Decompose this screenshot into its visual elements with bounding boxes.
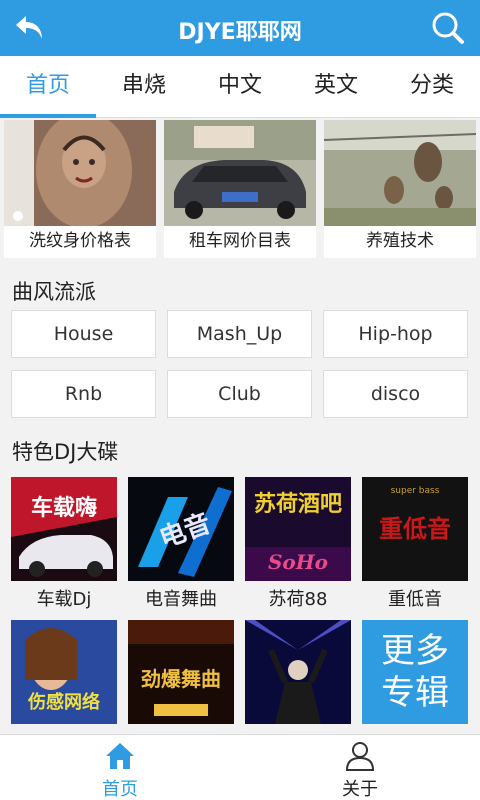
album-caption: 苏荷88 [268, 589, 328, 610]
bottom-nav: 首页 关于 [0, 734, 480, 800]
album-cover[interactable]: 伤感网络 [11, 620, 117, 724]
nav-about-label: 关于 [342, 779, 378, 800]
tab-english[interactable]: 英文 [288, 56, 384, 118]
svg-text:SoHo: SoHo [268, 550, 328, 574]
nav-about[interactable]: 关于 [300, 735, 420, 800]
album-cover-text: 伤感网络 [27, 691, 100, 713]
album-cover[interactable]: 劲爆舞曲 [128, 620, 234, 724]
banner-caption: 养殖技术 [366, 231, 434, 251]
style-button-club[interactable]: Club [167, 370, 312, 418]
banner-item[interactable]: 养殖技术 [324, 120, 476, 258]
nav-home-label: 首页 [102, 779, 138, 800]
album-cover[interactable]: 苏荷酒吧 SoHo [245, 477, 351, 581]
album-cover-text: 劲爆舞曲 [141, 667, 221, 691]
electronic-album-art: 电音 [128, 477, 234, 581]
tab-home[interactable]: 首页 [0, 56, 96, 118]
home-icon [106, 743, 134, 769]
dj-crowd-album-art [245, 620, 351, 724]
album-cover[interactable]: super bass 重低音 [362, 477, 468, 581]
banner-caption: 洗纹身价格表 [29, 231, 131, 251]
styles-section-title: 曲风流派 [12, 280, 96, 304]
album-cover-text: 苏荷酒吧 [254, 491, 342, 517]
more-albums-tile[interactable]: 更多 专辑 [362, 620, 468, 724]
album-cover[interactable]: 电音 [128, 477, 234, 581]
album-cover-text: 重低音 [379, 515, 451, 543]
car-image [164, 120, 316, 226]
bass-album-art: super bass 重低音 [362, 477, 468, 581]
party-album-art: 劲爆舞曲 [128, 620, 234, 724]
svg-text:super bass: super bass [391, 486, 440, 496]
style-button-hiphop[interactable]: Hip-hop [323, 310, 468, 358]
banner-item[interactable]: 租车网价目表 [164, 120, 316, 258]
album-cover[interactable] [245, 620, 351, 724]
app-title: DJYE耶耶网 [178, 20, 302, 45]
banner-item[interactable]: 洗纹身价格表 [4, 120, 156, 258]
active-tab-indicator [0, 114, 96, 118]
sad-network-album-art: 伤感网络 [11, 620, 117, 724]
nav-home[interactable]: 首页 [60, 735, 180, 800]
category-tabs: 首页 串烧 中文 英文 分类 [0, 56, 480, 118]
style-button-mashup[interactable]: Mash_Up [167, 310, 312, 358]
more-albums-line2: 专辑 [381, 673, 449, 713]
album-cover[interactable]: 车载嗨 [11, 477, 117, 581]
search-icon[interactable] [428, 8, 468, 48]
style-button-rnb[interactable]: Rnb [11, 370, 156, 418]
app-bar: DJYE耶耶网 [0, 0, 480, 56]
car-album-art: 车载嗨 [11, 477, 117, 581]
style-button-disco[interactable]: disco [323, 370, 468, 418]
tattoo-image [4, 120, 156, 226]
more-albums-line1: 更多 [381, 631, 449, 671]
style-button-house[interactable]: House [11, 310, 156, 358]
person-icon [345, 742, 375, 771]
featured-section-title: 特色DJ大碟 [12, 440, 119, 464]
album-cover-text: 车载嗨 [31, 495, 97, 521]
tab-categories[interactable]: 分类 [384, 56, 480, 118]
tab-chinese[interactable]: 中文 [192, 56, 288, 118]
beehive-image [324, 120, 476, 226]
album-caption: 车载Dj [36, 589, 92, 610]
soho-album-art: 苏荷酒吧 SoHo [245, 477, 351, 581]
banner-caption: 租车网价目表 [189, 231, 291, 251]
tab-medley[interactable]: 串烧 [96, 56, 192, 118]
album-caption: 电音舞曲 [145, 589, 217, 610]
album-caption: 重低音 [388, 589, 442, 610]
